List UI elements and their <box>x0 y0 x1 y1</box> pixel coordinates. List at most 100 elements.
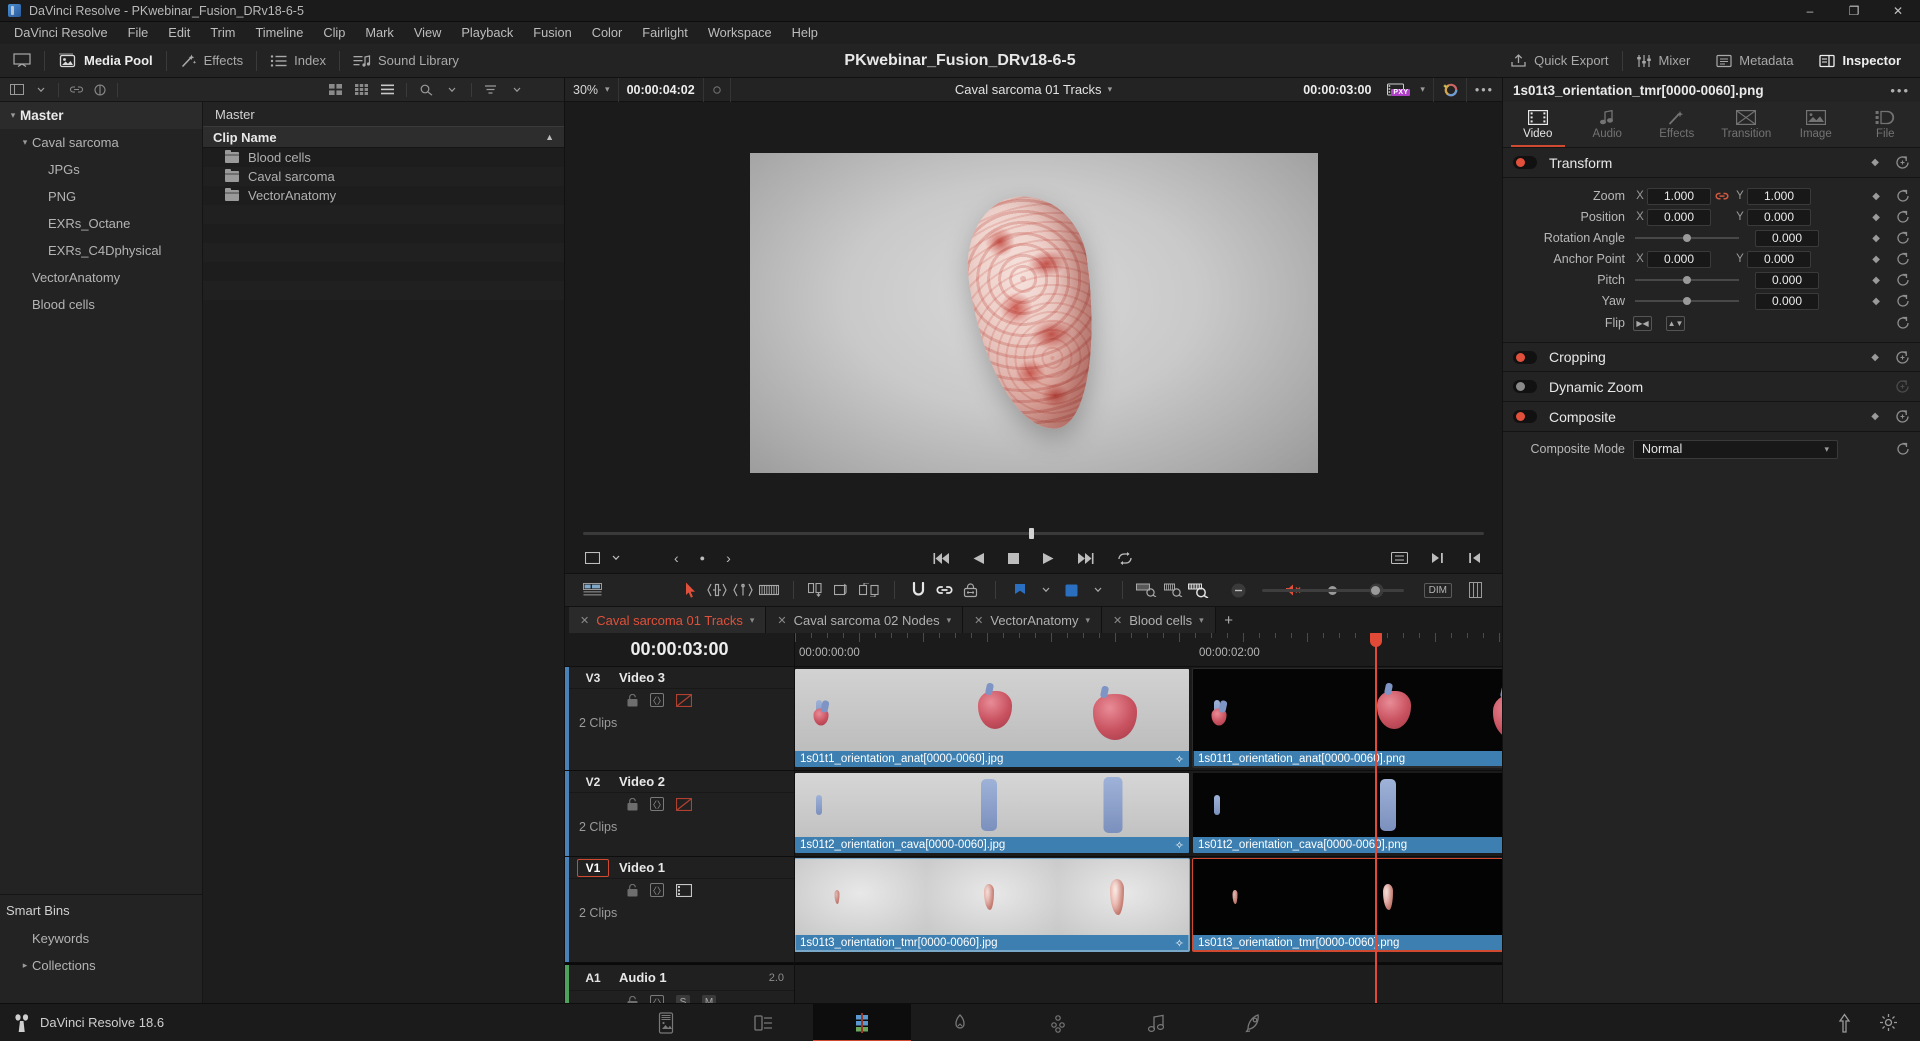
dynamic-zoom-enable-toggle[interactable] <box>1513 380 1537 393</box>
timeline-clip-v1-2[interactable]: 1s01t3_orientation_tmr[0000-0060].png ✧ <box>1192 858 1502 952</box>
menu-workspace[interactable]: Workspace <box>698 22 782 44</box>
bin-list-view-icon[interactable] <box>6 81 28 99</box>
param-field-rotation-angle[interactable]: 0.000 <box>1755 229 1819 247</box>
auto-select-icon-v2[interactable]: 〈〉 <box>648 797 666 811</box>
audio-volume-slider[interactable] <box>1317 585 1404 595</box>
chevron-down-icon-tab-2[interactable]: ▾ <box>1086 615 1091 626</box>
param-slider-yaw[interactable] <box>1635 297 1739 305</box>
keyframe-diamond-icon-transform[interactable]: ◆ <box>1871 157 1879 168</box>
chevron-down-icon[interactable] <box>30 81 52 99</box>
cropping-enable-toggle[interactable] <box>1513 350 1537 364</box>
playhead-handle[interactable] <box>1370 633 1382 647</box>
keyframe-diamond-icon-rotation[interactable]: ◆ <box>1872 233 1880 244</box>
snapping-button[interactable] <box>906 577 932 603</box>
tab-file[interactable]: File <box>1851 102 1920 147</box>
overwrite-clip-button[interactable] <box>831 577 857 603</box>
reset-icon-position[interactable] <box>1896 210 1910 224</box>
play-reverse-button[interactable] <box>972 552 985 565</box>
mixer-button[interactable]: Mixer <box>1623 44 1704 78</box>
track-id-v2[interactable]: V2 <box>577 775 609 789</box>
track-lane-v3[interactable]: 1s01t1_orientation_anat[0000-0060].jpg ✧ <box>795 667 1502 771</box>
search-icon[interactable] <box>415 81 437 99</box>
video-enabled-icon-v1[interactable] <box>676 883 692 897</box>
tab-transition[interactable]: Transition <box>1712 102 1782 147</box>
viewer-marker-icon[interactable] <box>704 77 731 102</box>
reset-icon-yaw[interactable] <box>1896 294 1910 308</box>
track-id-v3[interactable]: V3 <box>577 671 609 685</box>
stop-button[interactable] <box>1007 552 1020 565</box>
page-button-cut[interactable] <box>715 1004 813 1041</box>
flag-lock-button[interactable] <box>958 577 984 603</box>
keyframe-diamond-icon-position[interactable]: ◆ <box>1872 212 1880 223</box>
param-field-position-y[interactable]: 0.000 <box>1747 208 1811 226</box>
reset-icon-flip[interactable] <box>1896 316 1910 330</box>
add-timeline-button[interactable]: + <box>1216 607 1242 633</box>
replace-clip-button[interactable] <box>857 577 883 603</box>
thumbnail-view-icon[interactable] <box>324 81 346 99</box>
param-slider-rotation-angle[interactable] <box>1635 234 1739 242</box>
viewer-zoom-select[interactable]: 30% ▾ <box>565 77 619 102</box>
bin-item-png[interactable]: PNG <box>0 183 202 210</box>
chevron-down-icon-tab-0[interactable]: ▾ <box>750 615 755 626</box>
timeline-clip-v2-1[interactable]: 1s01t2_orientation_cava[0000-0060].jpg ✧ <box>795 773 1189 853</box>
track-lane-v2[interactable]: 1s01t2_orientation_cava[0000-0060].jpg ✧ <box>795 771 1502 857</box>
zoom-to-detail-button[interactable] <box>1160 577 1186 603</box>
zoom-out-button[interactable] <box>1226 577 1252 603</box>
page-button-media[interactable] <box>617 1004 715 1041</box>
transform-enable-toggle[interactable] <box>1513 156 1537 169</box>
timeline-clip-v3-1[interactable]: 1s01t1_orientation_anat[0000-0060].jpg ✧ <box>795 669 1189 767</box>
link-icon-zoom[interactable] <box>1711 190 1733 202</box>
keyframe-diamond-icon-cropping[interactable]: ◆ <box>1871 352 1879 363</box>
auto-select-icon-v3[interactable]: 〈〉 <box>648 693 666 707</box>
section-header-cropping[interactable]: Cropping ◆ <box>1503 342 1920 372</box>
keyframe-diamond-icon-anchor[interactable]: ◆ <box>1872 254 1880 265</box>
page-button-edit[interactable] <box>813 1003 911 1041</box>
sound-library-button[interactable]: Sound Library <box>340 44 472 78</box>
menu-timeline[interactable]: Timeline <box>245 22 313 44</box>
viewer-duration-timecode[interactable]: 00:00:03:00 <box>1295 78 1379 102</box>
chevron-down-icon-flag[interactable] <box>1033 577 1059 603</box>
auto-select-icon-v1[interactable]: 〈〉 <box>648 883 666 897</box>
reset-icon-cropping[interactable] <box>1895 350 1910 365</box>
bin-item-exrs-octane[interactable]: EXRs_Octane <box>0 210 202 237</box>
media-pool-button[interactable]: Media Pool <box>45 44 166 78</box>
index-button[interactable]: Index <box>257 44 339 78</box>
inspector-button[interactable]: Inspector <box>1806 44 1914 78</box>
flip-horizontal-button[interactable]: ▶◀ <box>1633 315 1652 331</box>
sort-icon[interactable] <box>480 81 502 99</box>
clip-list-header[interactable]: Clip Name ▲ <box>203 126 564 148</box>
viewer-options-button[interactable]: ••• <box>1467 78 1502 102</box>
scrubber-track[interactable] <box>583 527 1484 539</box>
proxy-mode-button[interactable]: PXY ▾ <box>1379 77 1434 102</box>
zoom-full-extent-button[interactable] <box>1186 577 1212 603</box>
menu-help[interactable]: Help <box>782 22 828 44</box>
timeline-tracks-area[interactable]: 00:00:00:00 00:00:02:00 00:00:04:00 <box>795 633 1502 1003</box>
smart-bin-collections[interactable]: ▸ Collections <box>0 952 202 979</box>
param-field-position-x[interactable]: 0.000 <box>1647 208 1711 226</box>
dynamic-trim-tool-button[interactable] <box>730 577 756 603</box>
page-button-fusion[interactable] <box>911 1004 1009 1041</box>
maximize-button[interactable]: ❐ <box>1832 0 1876 22</box>
keyframe-diamond-icon-pitch[interactable]: ◆ <box>1872 275 1880 286</box>
color-wheel-button[interactable] <box>1434 77 1467 102</box>
composite-enable-toggle[interactable] <box>1513 410 1537 423</box>
tab-image[interactable]: Image <box>1781 102 1851 147</box>
effects-button[interactable]: Effects <box>167 44 257 78</box>
reset-icon-pitch[interactable] <box>1896 273 1910 287</box>
bin-item-vectoranatomy[interactable]: VectorAnatomy <box>0 264 202 291</box>
reset-icon-composite[interactable] <box>1895 409 1910 424</box>
tab-effects[interactable]: Effects <box>1642 102 1712 147</box>
timeline-clip-v1-1[interactable]: 1s01t3_orientation_tmr[0000-0060].jpg ✧ <box>795 858 1190 952</box>
param-field-anchor-y[interactable]: 0.000 <box>1747 250 1811 268</box>
play-button[interactable] <box>1042 552 1055 565</box>
menu-edit[interactable]: Edit <box>158 22 200 44</box>
timeline-tab-caval-sarcoma-02-nodes[interactable]: ✕ Caval sarcoma 02 Nodes ▾ <box>766 607 964 633</box>
menu-file[interactable]: File <box>118 22 159 44</box>
tab-audio[interactable]: Audio <box>1573 102 1643 147</box>
menu-mark[interactable]: Mark <box>355 22 403 44</box>
section-header-transform[interactable]: Transform ◆ <box>1503 148 1920 178</box>
sort-ascending-icon[interactable]: ▲ <box>545 132 554 142</box>
marker-button[interactable] <box>1059 577 1085 603</box>
track-header-v3[interactable]: V3 Video 3 〈〉 2 Clips <box>565 667 794 771</box>
jump-to-start-button[interactable] <box>933 552 950 565</box>
